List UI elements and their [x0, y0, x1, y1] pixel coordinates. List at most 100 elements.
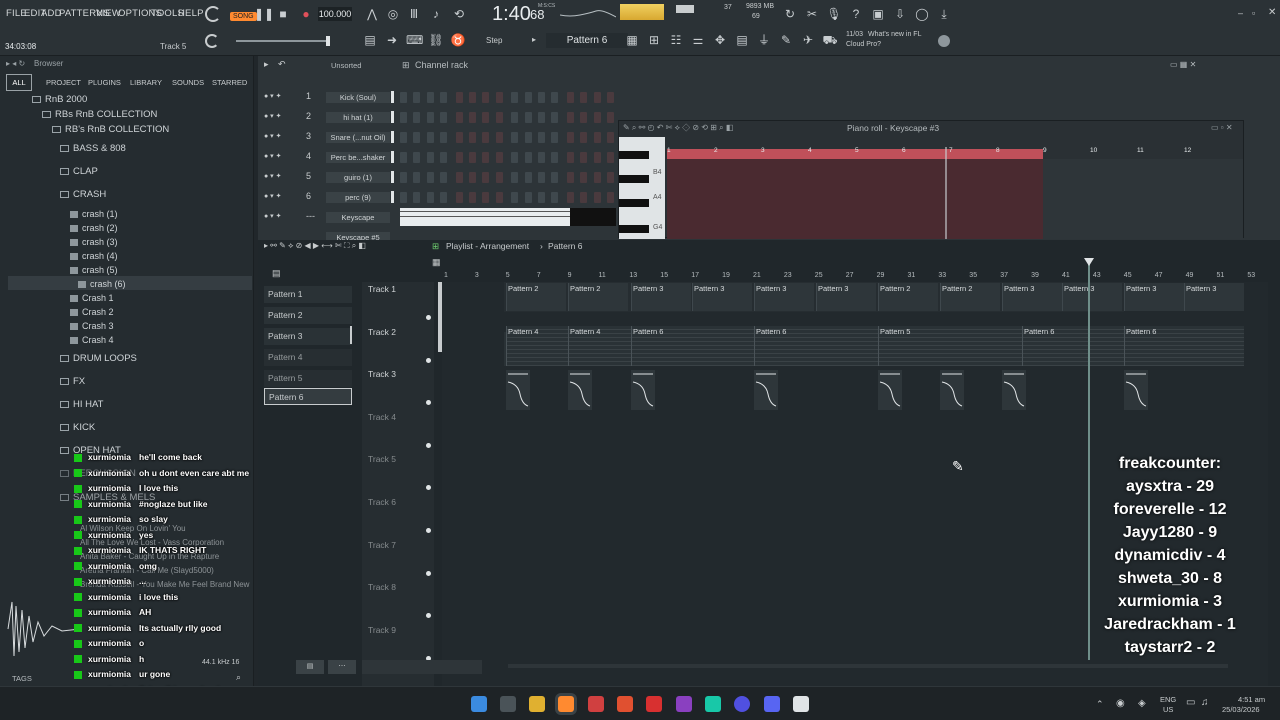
mixer-icon[interactable]: ⚌ — [690, 32, 706, 48]
song-mode-badge[interactable]: SONG — [230, 12, 257, 21]
browser-icon[interactable]: ▤ — [734, 32, 750, 48]
step-button[interactable] — [538, 192, 545, 203]
channel-name[interactable]: Snare (...nut Oil) — [326, 132, 390, 143]
step-button[interactable] — [593, 192, 601, 203]
step-button[interactable] — [413, 132, 421, 143]
mic-icon[interactable]: 🎙 — [826, 6, 842, 22]
step-button[interactable] — [469, 192, 476, 203]
clock-time[interactable]: 4:51 am — [1238, 695, 1265, 704]
channel-row[interactable]: Keyscape #5 — [258, 229, 618, 240]
channel-select-bar[interactable] — [391, 131, 394, 143]
channel-name[interactable]: perc (9) — [326, 192, 390, 203]
metronome-icon[interactable]: ⋀ — [364, 6, 380, 22]
touch-icon[interactable]: ✎ — [778, 32, 794, 48]
step-button[interactable] — [469, 172, 476, 183]
step-button[interactable] — [495, 152, 503, 163]
step-button[interactable] — [426, 172, 434, 183]
step-button[interactable] — [469, 92, 476, 103]
track-mute-dot[interactable] — [426, 570, 431, 576]
step-button[interactable] — [607, 192, 614, 203]
piano-window-controls[interactable]: ▭ ▫ ✕ — [1211, 123, 1233, 132]
step-button[interactable] — [511, 132, 519, 143]
tree-folder[interactable]: RB's RnB COLLECTION — [52, 124, 169, 135]
search-taskbar-icon[interactable] — [500, 696, 516, 712]
step-button[interactable] — [455, 172, 463, 183]
rack-undo-icon[interactable]: ↶ — [278, 59, 286, 70]
step-button[interactable] — [440, 192, 448, 203]
step-button[interactable] — [511, 172, 519, 183]
pat-song-toggle-icon[interactable] — [205, 6, 221, 22]
channel-controls[interactable]: ● ▾ ✦ — [264, 172, 282, 180]
tree-folder[interactable]: KICK — [60, 422, 95, 433]
track-header[interactable]: Track 8 — [368, 582, 438, 592]
step-button[interactable] — [607, 152, 614, 163]
fl-studio-icon[interactable] — [558, 696, 574, 712]
pattern-item[interactable]: Pattern 5 — [264, 370, 352, 387]
tree-file[interactable]: Crash 4 — [70, 335, 114, 345]
loop-record-icon[interactable]: ⟲ — [451, 6, 467, 22]
step-button[interactable] — [400, 132, 407, 143]
clock-date[interactable]: 25/03/2026 — [1222, 705, 1260, 714]
step-button[interactable] — [566, 112, 574, 123]
start-icon[interactable] — [471, 696, 487, 712]
pattern-item[interactable]: Pattern 2 — [264, 307, 352, 324]
channel-controls[interactable]: ● ▾ ✦ — [264, 92, 282, 100]
app-icon[interactable] — [793, 696, 809, 712]
pattern-item[interactable]: Pattern 1 — [264, 286, 352, 303]
tree-folder[interactable]: DRUM LOOPS — [60, 353, 137, 364]
step-button[interactable] — [495, 172, 503, 183]
step-button[interactable] — [538, 92, 545, 103]
rack-window-controls[interactable]: ▭ ▦ ✕ — [1170, 60, 1196, 69]
step-button[interactable] — [511, 112, 519, 123]
link-icon[interactable]: ⛓ — [428, 32, 444, 48]
countdown-icon[interactable]: Ⅲ — [406, 6, 422, 22]
step-button[interactable] — [580, 192, 588, 203]
step-button[interactable] — [580, 92, 588, 103]
step-button[interactable] — [524, 192, 532, 203]
tree-file[interactable]: Crash 1 — [70, 293, 114, 303]
picker-scrollbar[interactable] — [350, 326, 352, 344]
channel-controls[interactable]: ● ▾ ✦ — [264, 212, 282, 220]
step-button[interactable] — [566, 92, 574, 103]
news-line1[interactable]: What's new in FL — [868, 31, 921, 38]
step-button[interactable] — [551, 112, 559, 123]
tab-all[interactable]: ALL — [6, 74, 32, 91]
track-header[interactable]: Track 4 — [368, 412, 438, 422]
track-header[interactable]: Track 2 — [368, 327, 438, 337]
step-button[interactable] — [469, 152, 476, 163]
step-button[interactable] — [455, 112, 463, 123]
track-header[interactable]: Track 9 — [368, 625, 438, 635]
automation-clip[interactable] — [878, 370, 902, 410]
automation-clip[interactable] — [940, 370, 964, 410]
piano-tools-icon[interactable]: ✎ ⌕ ⚯ ◴ ↶ ✄ ⟡ ⟐ ⊘ ⟲ ⊞ ⌕ ◧ — [623, 123, 733, 133]
step-button[interactable] — [511, 152, 519, 163]
snap-magnet-icon[interactable]: ♉ — [450, 32, 466, 48]
discord-icon[interactable] — [764, 696, 780, 712]
step-button[interactable] — [511, 192, 519, 203]
automation-clip[interactable] — [506, 370, 530, 410]
step-button[interactable] — [440, 152, 448, 163]
maximize-icon[interactable]: ▫ — [1252, 8, 1255, 18]
automation-clip[interactable] — [568, 370, 592, 410]
channel-controls[interactable]: ● ▾ ✦ — [264, 192, 282, 200]
track-header[interactable]: Track 6 — [368, 497, 438, 507]
pattern-arrow-icon[interactable]: ▸ — [532, 35, 536, 44]
step-button[interactable] — [413, 112, 421, 123]
track-header[interactable]: Track 5 — [368, 454, 438, 464]
channel-name[interactable]: hi hat (1) — [326, 112, 390, 123]
tree-file[interactable]: Crash 3 — [70, 321, 114, 331]
save-icon[interactable]: ▣ — [870, 6, 886, 22]
tempo-tapper-icon[interactable]: ✈ — [800, 32, 816, 48]
step-button[interactable] — [593, 132, 601, 143]
bottom-tool-icon[interactable]: ▤ — [296, 660, 324, 674]
step-button[interactable] — [440, 112, 448, 123]
channel-controls[interactable]: ● ▾ ✦ — [264, 132, 282, 140]
step-button[interactable] — [413, 192, 421, 203]
channel-name[interactable]: Keyscape — [326, 212, 390, 223]
playlist-hscroll[interactable] — [508, 664, 1228, 668]
step-button[interactable] — [566, 152, 574, 163]
channel-select-bar[interactable] — [391, 111, 394, 123]
step-button[interactable] — [593, 112, 601, 123]
step-button[interactable] — [551, 172, 559, 183]
track-mute-dot[interactable] — [426, 528, 431, 533]
